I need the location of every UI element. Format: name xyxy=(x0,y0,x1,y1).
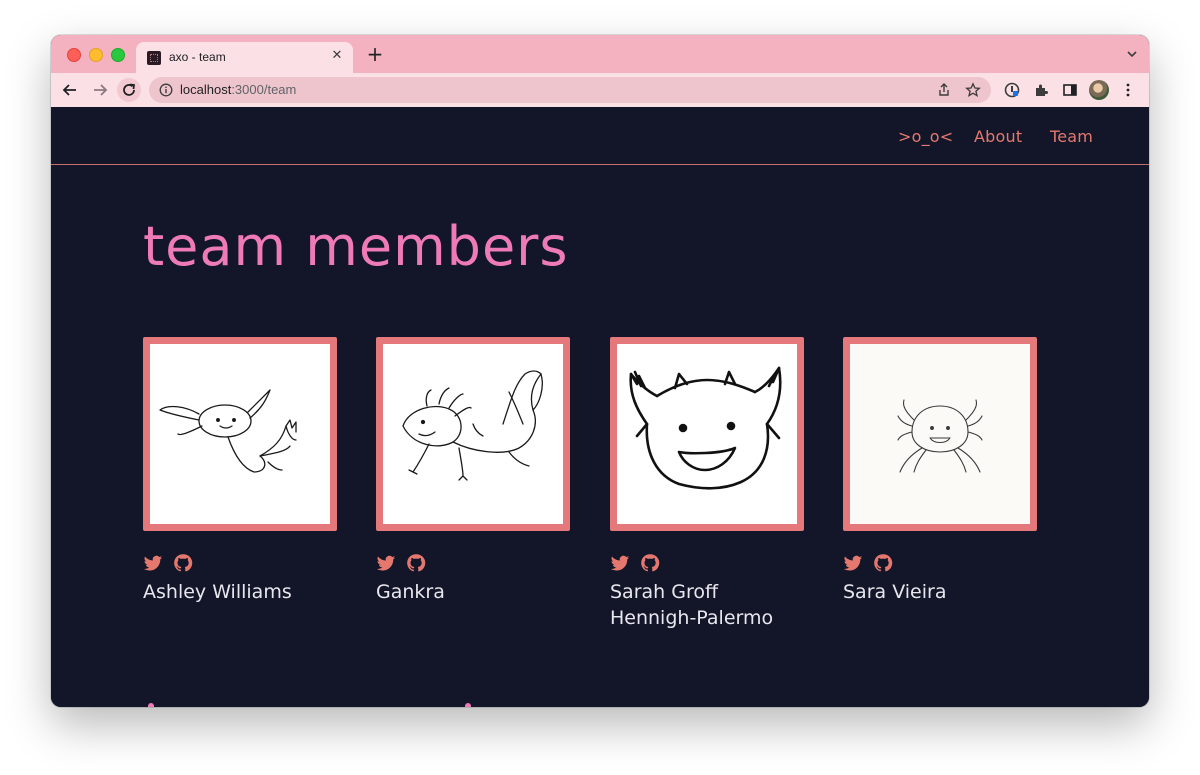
member-name: Sara Vieira xyxy=(843,581,947,603)
back-button[interactable] xyxy=(58,78,82,102)
github-icon[interactable] xyxy=(873,553,893,573)
arrow-left-icon xyxy=(62,84,76,96)
github-icon[interactable] xyxy=(406,553,426,573)
web-page: >o_o< About Team team members Ashley Wil… xyxy=(51,107,1149,707)
twitter-icon[interactable] xyxy=(143,553,163,573)
member-card: Sarah Groff Hennigh-Palermo xyxy=(610,337,804,631)
member-socials xyxy=(143,553,337,573)
member-card: Sara Vieira xyxy=(843,337,1037,605)
more-menu-icon[interactable] xyxy=(1120,82,1136,98)
axolotl-drawing xyxy=(159,389,297,473)
axolotl-drawing xyxy=(402,370,543,481)
url-text[interactable]: localhost:3000/team xyxy=(180,82,296,97)
profile-avatar[interactable] xyxy=(1089,80,1109,100)
maximize-window-button[interactable] xyxy=(111,48,125,62)
member-name: Ashley Williams xyxy=(143,581,292,603)
password-manager-icon[interactable] xyxy=(1004,82,1020,98)
nav-logo-link[interactable]: >o_o< xyxy=(898,127,953,146)
tab-strip: axo - team ✕ + xyxy=(51,35,1149,73)
member-name: Gankra xyxy=(376,581,445,603)
extensions-icon[interactable] xyxy=(1033,82,1049,98)
member-socials xyxy=(376,553,570,573)
tab-title: axo - team xyxy=(169,50,226,64)
url-path: :3000/team xyxy=(231,82,297,97)
new-tab-button[interactable]: + xyxy=(366,44,384,64)
reload-button[interactable] xyxy=(117,78,141,102)
member-avatar-frame xyxy=(143,337,337,531)
favicon-icon xyxy=(147,51,161,65)
member-name: Sarah Groff Hennigh-Palermo xyxy=(610,581,774,629)
nav-team-link[interactable]: Team xyxy=(1050,127,1093,146)
reload-icon xyxy=(123,83,136,96)
arrow-right-icon xyxy=(94,84,108,96)
active-tab[interactable]: axo - team ✕ xyxy=(136,42,353,73)
window-controls xyxy=(67,48,125,62)
browser-window: axo - team ✕ + localhost:3000/team >o_o<… xyxy=(51,35,1149,707)
minimize-window-button[interactable] xyxy=(89,48,103,62)
member-socials xyxy=(610,553,804,573)
side-panel-icon[interactable] xyxy=(1062,82,1078,98)
share-icon[interactable] xyxy=(936,82,952,98)
page-title: team members xyxy=(143,215,569,278)
horned-face-drawing xyxy=(629,366,782,490)
chevron-down-icon[interactable] xyxy=(1127,49,1137,59)
site-nav: >o_o< About Team xyxy=(51,107,1149,165)
next-section-peek xyxy=(148,703,154,707)
star-icon[interactable] xyxy=(965,82,981,98)
url-host: localhost xyxy=(180,82,232,97)
member-avatar-frame xyxy=(843,337,1037,531)
close-window-button[interactable] xyxy=(67,48,81,62)
twitter-icon[interactable] xyxy=(376,553,396,573)
twitter-icon[interactable] xyxy=(843,553,863,573)
address-bar[interactable]: localhost:3000/team xyxy=(149,77,991,103)
twitter-icon[interactable] xyxy=(610,553,630,573)
info-icon[interactable] xyxy=(159,83,173,97)
nav-about-link[interactable]: About xyxy=(974,127,1022,146)
forward-button[interactable] xyxy=(88,78,112,102)
next-section-peek xyxy=(465,703,471,707)
browser-toolbar: localhost:3000/team xyxy=(51,73,1149,107)
member-avatar-frame xyxy=(610,337,804,531)
tab-close-icon[interactable]: ✕ xyxy=(329,48,345,64)
github-icon[interactable] xyxy=(173,553,193,573)
member-card: Gankra xyxy=(376,337,570,605)
member-card: Ashley Williams xyxy=(143,337,337,605)
github-icon[interactable] xyxy=(640,553,660,573)
member-socials xyxy=(843,553,1037,573)
member-avatar-frame xyxy=(376,337,570,531)
small-axolotl-drawing xyxy=(897,399,983,473)
